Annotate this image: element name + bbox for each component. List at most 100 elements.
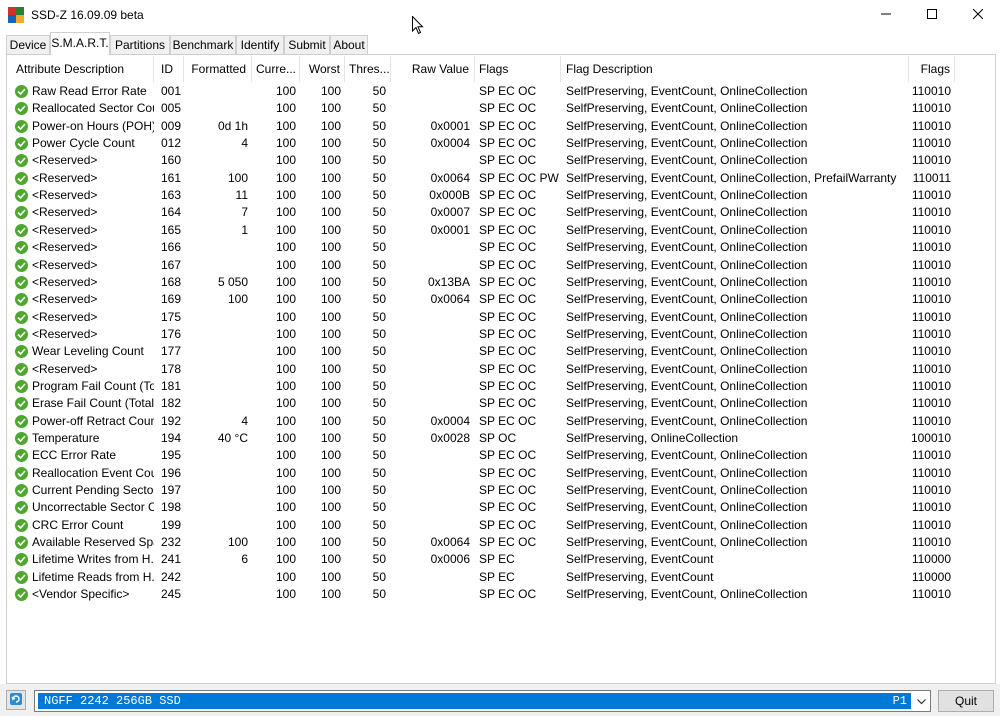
cell-flag-description: SelfPreserving, EventCount, OnlineCollec… — [566, 344, 808, 359]
cell-flag-bits: 110010 — [911, 448, 951, 463]
tab-identify[interactable]: Identify — [236, 35, 284, 54]
table-row[interactable]: Reallocation Event Cou... 196 100 100 50 SP E… — [8, 465, 994, 482]
cell-flags: SP OC — [479, 431, 517, 445]
status-ok-icon — [15, 189, 28, 203]
cell-flags: SP EC OC — [479, 483, 537, 498]
table-row[interactable]: <Reserved> 164 7 100 100 50 0x0007 SP EC OC Self… — [8, 204, 994, 221]
tab-partitions[interactable]: Partitions — [110, 35, 170, 54]
column-header-worst[interactable]: Worst — [300, 56, 345, 82]
table-row[interactable]: <Vendor Specific> 245 100 100 50 SP EC OC Self… — [8, 586, 994, 603]
column-header-attribute[interactable]: Attribute Description — [8, 56, 154, 82]
tab-submit[interactable]: Submit — [284, 35, 330, 54]
cell-flag-bits: 110010 — [911, 188, 951, 203]
table-row[interactable]: Power-off Retract Count 192 4 100 100 50 0x000… — [8, 413, 994, 430]
table-row[interactable]: Wear Leveling Count 177 100 100 50 SP EC OC Se… — [8, 343, 994, 360]
table-row[interactable]: Power Cycle Count 012 4 100 100 50 0x0004 SP EC… — [8, 135, 994, 152]
table-row[interactable]: <Reserved> 178 100 100 50 SP EC OC SelfPreserv… — [8, 361, 994, 378]
cell-worst: 100 — [320, 431, 341, 445]
column-header-flags[interactable]: Flags — [475, 56, 561, 82]
cell-flags: SP EC OC — [479, 587, 537, 602]
column-header-formatted[interactable]: Formatted — [184, 56, 252, 82]
drive-select[interactable]: NGFF 2242 256GB SSD P1 — [34, 690, 931, 712]
cell-attribute: Power Cycle Count — [32, 136, 135, 151]
cell-raw-value: 0x000B — [429, 188, 470, 203]
table-row[interactable]: <Reserved> 165 1 100 100 50 0x0001 SP EC OC Self… — [8, 222, 994, 239]
cell-flags: SP EC OC — [479, 118, 537, 133]
table-row[interactable]: <Reserved> 175 100 100 50 SP EC OC SelfPreserv… — [8, 309, 994, 326]
cell-current: 100 — [275, 240, 296, 255]
refresh-button[interactable] — [6, 690, 26, 710]
cell-attribute: <Reserved> — [32, 274, 98, 289]
cell-worst: 100 — [320, 483, 341, 498]
cell-attribute: <Reserved> — [32, 309, 98, 324]
column-header-raw-value[interactable]: Raw Value — [391, 56, 475, 82]
minimize-icon — [881, 8, 891, 22]
table-row[interactable]: Lifetime Writes from H... 241 6 100 100 50 0x0… — [8, 551, 994, 568]
table-row[interactable]: <Reserved> 167 100 100 50 SP EC OC SelfPreserv… — [8, 257, 994, 274]
table-row[interactable]: Temperature 194 40 °C 100 100 50 0x0028 SP OC Se… — [8, 430, 994, 447]
table-row[interactable]: Current Pending Secto... 197 100 100 50 SP EC… — [8, 482, 994, 499]
cell-flag-description: SelfPreserving, EventCount, OnlineCollec… — [566, 535, 808, 550]
close-button[interactable] — [955, 0, 1000, 30]
table-row[interactable]: <Reserved> 168 5 050 100 100 50 0x13BA SP EC OC… — [8, 274, 994, 291]
minimize-button[interactable] — [863, 0, 909, 30]
table-row[interactable]: Raw Read Error Rate 001 100 100 50 SP EC OC Se… — [8, 83, 994, 100]
status-ok-icon — [15, 223, 28, 237]
table-row[interactable]: <Reserved> 161 100 100 100 50 0x0064 SP EC OC P… — [8, 170, 994, 187]
maximize-button[interactable] — [909, 0, 955, 30]
status-ok-icon — [15, 310, 28, 324]
quit-button[interactable]: Quit — [938, 690, 994, 712]
tab-about[interactable]: About — [330, 35, 368, 54]
table-row[interactable]: <Reserved> 166 100 100 50 SP EC OC SelfPreserv… — [8, 239, 994, 256]
cell-id: 241 — [161, 552, 182, 567]
table-row[interactable]: Erase Fail Count (Total) 182 100 100 50 SP EC… — [8, 395, 994, 412]
cell-flag-bits: 110010 — [911, 535, 951, 550]
cell-threshold: 50 — [372, 257, 386, 272]
cell-current: 100 — [275, 483, 296, 498]
cell-flag-description: SelfPreserving, EventCount, OnlineCollec… — [566, 153, 808, 168]
cell-flag-bits: 110010 — [911, 326, 951, 341]
column-header-current[interactable]: Curre... — [252, 56, 300, 82]
table-row[interactable]: ECC Error Rate 195 100 100 50 SP EC OC SelfPre… — [8, 447, 994, 464]
tab-smart[interactable]: S.M.A.R.T. — [50, 32, 110, 55]
cell-current: 100 — [275, 517, 296, 532]
cell-attribute: Available Reserved Spa... — [32, 535, 154, 550]
dropdown-arrow-button[interactable] — [912, 691, 930, 711]
table-row[interactable]: Available Reserved Spa... 232 100 100 100 50 0… — [8, 534, 994, 551]
cell-flags: SP EC OC — [479, 326, 537, 341]
table-row[interactable]: Lifetime Reads from H... 242 100 100 50 SP EC… — [8, 569, 994, 586]
cell-formatted: 100 — [227, 535, 248, 550]
table-row[interactable]: Reallocated Sector Cou... 005 100 100 50 SP E… — [8, 100, 994, 117]
cell-attribute: Current Pending Secto... — [32, 483, 154, 498]
cell-attribute: Reallocation Event Cou... — [32, 465, 154, 480]
cell-attribute: Power-off Retract Count — [32, 413, 154, 428]
table-row[interactable]: <Reserved> 160 100 100 50 SP EC OC SelfPreserv… — [8, 152, 994, 169]
cell-flag-description: SelfPreserving, EventCount — [566, 552, 714, 567]
table-row[interactable]: <Reserved> 163 11 100 100 50 0x000B SP EC OC Sel… — [8, 187, 994, 204]
cell-attribute: <Reserved> — [32, 257, 98, 272]
cell-id: 167 — [161, 257, 182, 272]
table-row[interactable]: Uncorrectable Sector C... 198 100 100 50 SP E… — [8, 499, 994, 516]
column-header-id[interactable]: ID — [154, 56, 184, 82]
cell-raw-value — [391, 100, 470, 117]
cell-flags: SP EC OC — [479, 153, 537, 168]
cell-attribute: Wear Leveling Count — [32, 344, 144, 359]
smart-attribute-list[interactable]: Attribute Description ID Formatted Curre… — [8, 56, 994, 682]
tab-device[interactable]: Device — [6, 35, 50, 54]
cell-threshold: 50 — [372, 500, 386, 515]
cell-threshold: 50 — [372, 361, 386, 376]
tab-benchmark[interactable]: Benchmark — [170, 35, 236, 54]
cell-raw-value — [391, 465, 470, 482]
cell-flag-description: SelfPreserving, EventCount, OnlineCollec… — [566, 170, 897, 185]
cell-flags: SP EC OC — [479, 396, 537, 411]
column-header-flag-description[interactable]: Flag Description — [561, 56, 909, 82]
cell-flags: SP EC OC — [479, 101, 537, 116]
column-header-threshold[interactable]: Thres... — [345, 56, 391, 82]
table-row[interactable]: <Reserved> 176 100 100 50 SP EC OC SelfPreserv… — [8, 326, 994, 343]
cell-raw-value — [391, 326, 470, 343]
table-row[interactable]: Program Fail Count (To... 181 100 100 50 SP E… — [8, 378, 994, 395]
table-row[interactable]: CRC Error Count 199 100 100 50 SP EC OC SelfPr… — [8, 517, 994, 534]
table-row[interactable]: <Reserved> 169 100 100 100 50 0x0064 SP EC OC Se… — [8, 291, 994, 308]
table-row[interactable]: Power-on Hours (POH) 009 0d 1h 100 100 50 0x00… — [8, 118, 994, 135]
column-header-flag-bits[interactable]: Flags — [909, 56, 955, 82]
